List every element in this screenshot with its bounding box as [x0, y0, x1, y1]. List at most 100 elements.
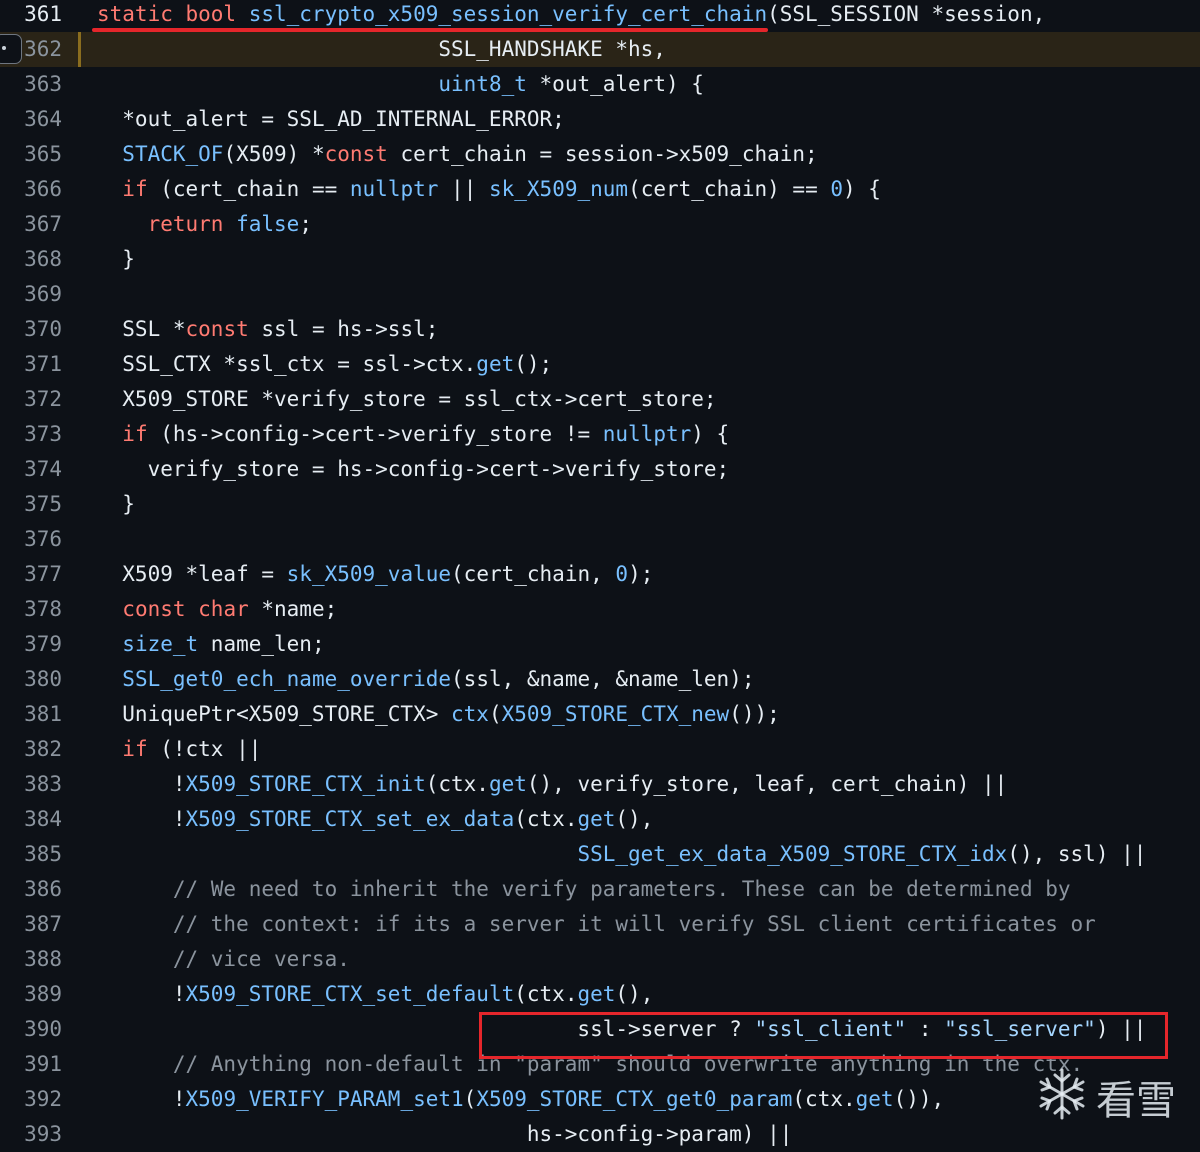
code-token: hs->config->param) || — [97, 1122, 793, 1146]
line-number[interactable]: 379 — [0, 627, 62, 662]
code-token: (); — [514, 352, 553, 376]
line-number[interactable]: 389 — [0, 977, 62, 1012]
line-number[interactable]: 385 — [0, 837, 62, 872]
line-number[interactable]: 368 — [0, 242, 62, 277]
line-number[interactable]: 369 — [0, 277, 62, 312]
code-token: (ctx. — [792, 1087, 856, 1111]
line-number[interactable]: 387 — [0, 907, 62, 942]
code-token: if — [122, 422, 148, 446]
code-text: return false; — [97, 207, 312, 242]
line-number[interactable]: 383 — [0, 767, 62, 802]
code-token: (cert_chain) == — [628, 177, 831, 201]
code-token: (), — [615, 982, 654, 1006]
code-line: 373 if (hs->config->cert->verify_store !… — [0, 417, 1200, 452]
line-number[interactable]: 361 — [0, 0, 62, 32]
code-token: *name; — [248, 597, 338, 621]
code-text: X509_STORE *verify_store = ssl_ctx->cert… — [97, 382, 716, 417]
line-number[interactable]: 372 — [0, 382, 62, 417]
line-number[interactable]: 393 — [0, 1117, 62, 1152]
code-token: ( — [488, 702, 502, 726]
code-text: UniquePtr<X509_STORE_CTX> ctx(X509_STORE… — [97, 697, 780, 732]
code-line: 392 !X509_VERIFY_PARAM_set1(X509_STORE_C… — [0, 1082, 1200, 1117]
code-token: (hs->config->cert->verify_store != — [147, 422, 603, 446]
code-token: const — [324, 142, 388, 166]
line-number[interactable]: 375 — [0, 487, 62, 522]
code-token: if — [122, 177, 148, 201]
watermark: 看雪 — [1030, 1062, 1200, 1124]
code-token: (SSL_SESSION *session, — [767, 2, 1046, 26]
line-number[interactable]: 392 — [0, 1082, 62, 1117]
code-token: get — [577, 982, 616, 1006]
line-number[interactable]: 386 — [0, 872, 62, 907]
code-token: (ctx. — [514, 982, 578, 1006]
code-line: 393 hs->config->param) || — [0, 1117, 1200, 1152]
code-token: X509_STORE_CTX_set_default — [185, 982, 515, 1006]
code-token: || — [438, 177, 489, 201]
highlight-box — [479, 1012, 1168, 1059]
code-text: SSL_CTX *ssl_ctx = ssl->ctx.get(); — [97, 347, 552, 382]
line-number[interactable]: 384 — [0, 802, 62, 837]
code-text: // vice versa. — [97, 942, 350, 977]
line-number[interactable]: 364 — [0, 102, 62, 137]
code-text: SSL_HANDSHAKE *hs, — [97, 32, 666, 67]
line-number[interactable]: 367 — [0, 207, 62, 242]
code-line: 377 X509 *leaf = sk_X509_value(cert_chai… — [0, 557, 1200, 592]
code-text: // We need to inherit the verify paramet… — [97, 872, 1071, 907]
code-token: false — [236, 212, 300, 236]
code-token: get — [577, 807, 616, 831]
code-token: ! — [97, 982, 186, 1006]
line-number[interactable]: 374 — [0, 452, 62, 487]
code-token: X509_STORE_CTX_init — [185, 772, 426, 796]
line-number[interactable]: 373 — [0, 417, 62, 452]
line-number[interactable]: 381 — [0, 697, 62, 732]
code-line: 378 const char *name; — [0, 592, 1200, 627]
line-number[interactable]: 378 — [0, 592, 62, 627]
code-token: ()); — [729, 702, 780, 726]
code-view: 361 static bool ssl_crypto_x509_session_v… — [0, 0, 1200, 1152]
code-line: 374 verify_store = hs->config->cert->ver… — [0, 452, 1200, 487]
code-line: 389 !X509_STORE_CTX_set_default(ctx.get(… — [0, 977, 1200, 1012]
code-token: X509 *leaf = — [97, 562, 287, 586]
code-line: 388 // vice versa. — [0, 942, 1200, 977]
line-number[interactable]: 370 — [0, 312, 62, 347]
code-token: ) { — [843, 177, 881, 201]
line-number[interactable]: 380 — [0, 662, 62, 697]
line-marker-icon[interactable] — [0, 34, 22, 64]
function-name-underline — [92, 28, 768, 32]
line-number[interactable]: 388 — [0, 942, 62, 977]
line-number[interactable]: 377 — [0, 557, 62, 592]
code-token: ); — [628, 562, 654, 586]
code-token: X509_VERIFY_PARAM_set1 — [185, 1087, 464, 1111]
code-text: } — [97, 487, 135, 522]
code-token: (ctx. — [425, 772, 489, 796]
code-text: if (hs->config->cert->verify_store != nu… — [97, 417, 729, 452]
line-number[interactable]: 376 — [0, 522, 62, 557]
line-number[interactable]: 371 — [0, 347, 62, 382]
line-number[interactable]: 365 — [0, 137, 62, 172]
code-token: // We need to inherit the verify paramet… — [172, 877, 1071, 901]
code-text: !X509_STORE_CTX_set_default(ctx.get(), — [97, 977, 654, 1012]
code-token: if — [122, 737, 148, 761]
code-token: (), — [615, 807, 654, 831]
line-number[interactable]: 382 — [0, 732, 62, 767]
code-text: if (!ctx || — [97, 732, 261, 767]
line-number[interactable]: 391 — [0, 1047, 62, 1082]
line-number[interactable]: 390 — [0, 1012, 62, 1047]
code-line: 386 // We need to inherit the verify par… — [0, 872, 1200, 907]
code-token: (), verify_store, leaf, cert_chain) || — [526, 772, 1008, 796]
code-token: const — [185, 317, 249, 341]
code-token: sk_X509_value — [286, 562, 452, 586]
code-token: ()), — [893, 1087, 945, 1111]
line-number[interactable]: 363 — [0, 67, 62, 102]
code-line: 382 if (!ctx || — [0, 732, 1200, 767]
code-token: sk_X509_num — [488, 177, 629, 201]
code-token: STACK_OF — [122, 142, 224, 166]
line-number[interactable]: 366 — [0, 172, 62, 207]
